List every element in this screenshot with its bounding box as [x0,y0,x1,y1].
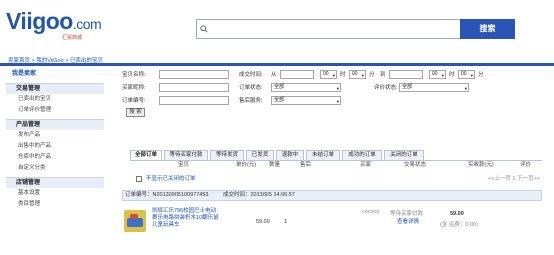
end-hour-label: 时 [449,72,455,78]
sidebar-item-warehouse[interactable]: 仓库中的产品 [6,152,104,163]
col-status: 交易状态 [404,162,427,168]
order-number: 订单编号：N20130905100977453 [125,192,209,198]
start-hour-label: 时 [340,72,346,78]
sidebar-item-reviews[interactable]: 订单评价管理 [6,105,104,116]
order-status: 等待买家付款 [390,211,424,217]
sidebar-section-shop[interactable]: 店铺管理 [6,177,104,188]
sidebar-item-basic-settings[interactable]: 基本设置 [6,188,104,199]
sidebar-section-products[interactable]: 产品管理 [6,119,104,130]
end-minute-label: 分 [478,72,484,78]
refund-select[interactable]: 全部 ▾ [271,96,341,105]
order-shipping: (含 运费：0.00) [440,222,478,228]
start-minute-select[interactable]: 00 ▾ [349,70,366,79]
order-buyer[interactable]: cococo [362,209,379,215]
header-divider [0,63,554,66]
sidebar: 我是卖家 交易管理 已卖出的宝贝 订单评价管理 产品管理 发布产品 出售中的产品… [6,68,104,210]
sidebar-header[interactable]: 我是卖家 [6,68,104,80]
search-button[interactable]: 搜索 [460,19,515,39]
end-minute-select[interactable]: 00 ▾ [458,70,475,79]
refund-label: 售后服务: [239,98,263,104]
end-date-input[interactable] [389,70,423,79]
buyer-input[interactable] [159,83,229,92]
order-received: 59.00 [450,211,464,217]
product-name-input[interactable] [159,70,229,79]
col-qty: 数量 [269,162,281,168]
start-hour-select[interactable]: 00 ▾ [320,70,337,79]
end-hour-select[interactable]: 00 ▾ [429,70,446,79]
to-label: 到 [380,72,386,78]
hide-closed-checkbox[interactable] [136,176,142,182]
col-buyer: 买家 [360,162,372,168]
from-label: 从 [271,72,277,78]
order-time: 成交时间：2013/9/5 14:06:57 [223,192,295,198]
order-status-label: 订单状态: [239,85,263,91]
sidebar-section-trade[interactable]: 交易管理 [6,83,104,94]
review-status-label: 评价状态: [374,85,398,91]
product-title-link[interactable]: 凯辉汇乐796校园巴士电动赛乐电路拼装积木10翻乐鼠儿童玩具车 [152,208,220,229]
site-logo[interactable]: Viigoo.com 汇贸商城 [6,8,102,42]
order-detail-link[interactable]: 查看详情 [397,217,419,225]
logo-subtitle: 汇贸商城 [62,35,83,41]
table-header: 宝贝 单价(元) 数量 售后 买家 交易状态 实收款(元) 评价 [130,161,542,170]
pager[interactable]: <<上一页 1 下一页>> [488,175,540,184]
start-minute-label: 分 [369,72,375,78]
logo-suffix: .com [72,16,102,32]
search-icon [200,25,208,33]
order-header: 订单编号：N20130905100977453 成交时间：2013/9/5 14… [122,190,542,201]
col-after-sales: 售后 [300,162,312,168]
sidebar-item-custom-category[interactable]: 自定义分类 [6,163,104,174]
table-row: 凯辉汇乐796校园巴士电动赛乐电路拼装积木10翻乐鼠儿童玩具车 59.00 1 … [122,203,542,243]
filter-row: 不显示已关闭的订单 <<上一页 1 下一页>> [130,175,542,185]
buyer-label: 买家昵称: [122,85,146,91]
sidebar-item-category-management[interactable]: 类目管理 [6,199,104,210]
order-status-select[interactable]: 全部 ▾ [271,83,341,92]
col-review: 评价 [520,162,532,168]
sidebar-item-publish[interactable]: 发布产品 [6,130,104,141]
order-no-input[interactable] [159,96,229,105]
sidebar-item-sold[interactable]: 已卖出的宝贝 [6,94,104,105]
product-name-label: 宝贝名称: [122,72,146,78]
review-status-select[interactable]: 全部 ▾ [399,83,469,92]
form-search-button[interactable]: 搜 索 [126,108,145,117]
deal-time-label: 成交时间: [239,72,263,78]
order-qty: 1 [284,219,288,225]
col-price: 单价(元) [236,162,257,168]
sidebar-item-on-sale[interactable]: 出售中的产品 [6,141,104,152]
col-received: 实收款(元) [468,162,494,168]
logo-main: Viigoo [6,8,73,34]
col-item: 宝贝 [178,162,190,168]
start-date-input[interactable] [280,70,314,79]
order-no-label: 订单编号: [122,98,146,104]
order-price: 59.00 [256,219,270,225]
hide-closed-label[interactable]: 不显示已关闭的订单 [146,175,196,184]
product-thumbnail[interactable] [124,210,146,232]
